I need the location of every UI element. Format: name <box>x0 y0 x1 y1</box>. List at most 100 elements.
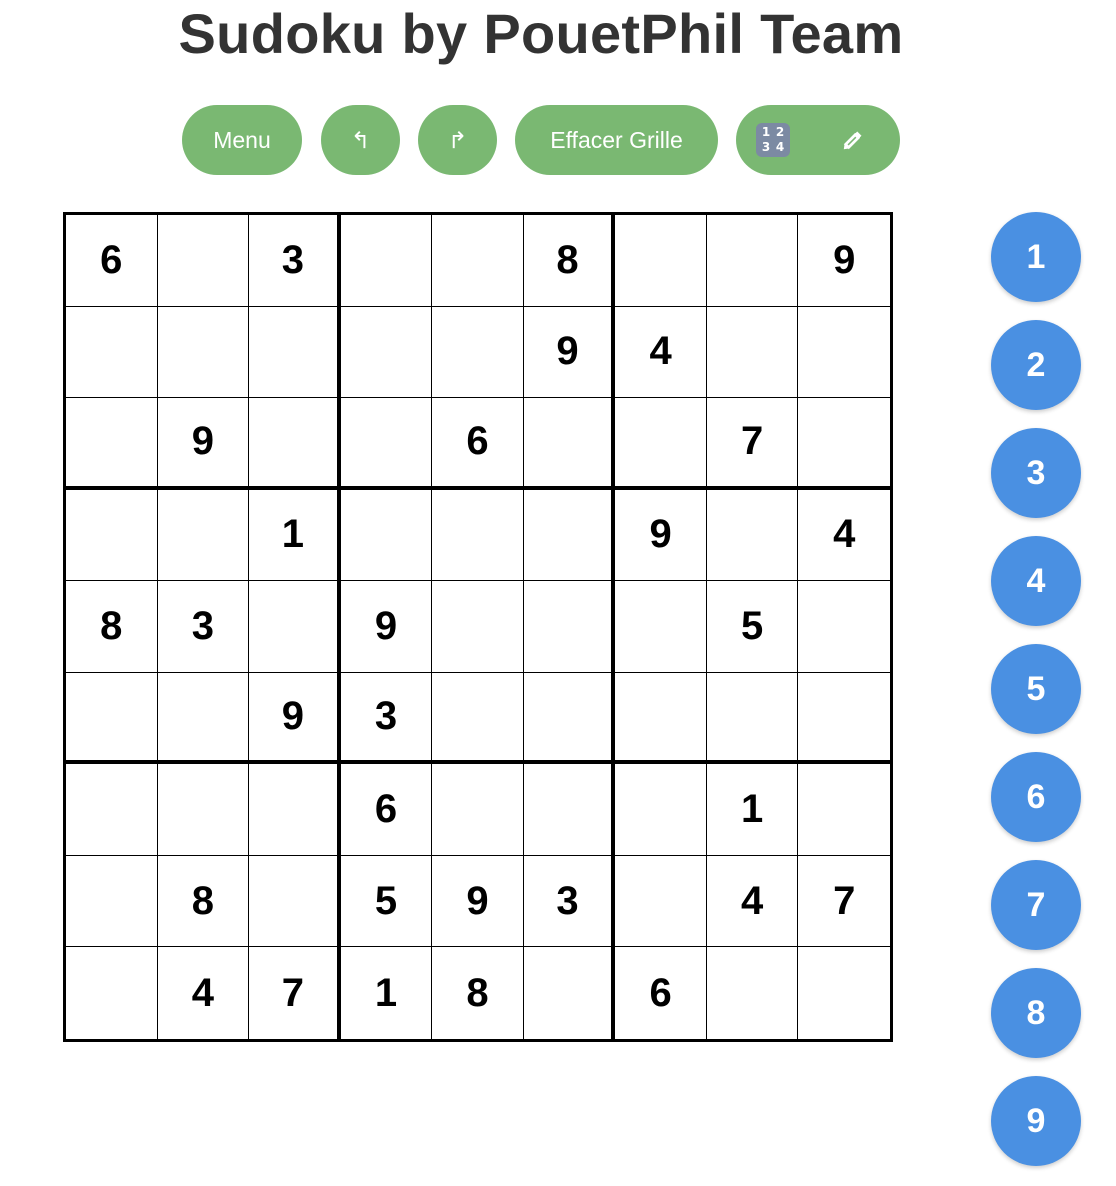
sudoku-cell-r4c2[interactable] <box>157 489 250 582</box>
sudoku-cell-r1c2[interactable] <box>157 215 250 307</box>
sudoku-cell-r2c8[interactable] <box>706 306 799 399</box>
sudoku-cell-r1c5[interactable] <box>432 215 524 307</box>
sudoku-cell-r6c1[interactable] <box>66 672 158 765</box>
sudoku-cell-r5c5[interactable] <box>432 581 524 673</box>
number-button-7[interactable]: 7 <box>991 860 1081 950</box>
number-button-9[interactable]: 9 <box>991 1076 1081 1166</box>
sudoku-cell-r4c6[interactable] <box>523 489 616 582</box>
sudoku-cell-r2c1[interactable] <box>66 306 158 399</box>
sudoku-cell-r9c9[interactable] <box>798 947 890 1039</box>
sudoku-cell-r4c3[interactable]: 1 <box>249 489 341 582</box>
sudoku-cell-r7c7[interactable] <box>615 764 707 856</box>
sudoku-cell-r8c4[interactable]: 5 <box>340 855 433 948</box>
number-button-3[interactable]: 3 <box>991 428 1081 518</box>
sudoku-cell-r7c6[interactable] <box>523 764 616 856</box>
sudoku-cell-r4c1[interactable] <box>66 489 158 582</box>
sudoku-cell-r1c4[interactable] <box>340 215 433 307</box>
input-mode-toggle[interactable]: 1 2 3 4 <box>736 105 900 175</box>
sudoku-cell-r9c1[interactable] <box>66 947 158 1039</box>
sudoku-cell-r5c3[interactable] <box>249 581 341 673</box>
sudoku-cell-r5c1[interactable]: 8 <box>66 581 158 673</box>
sudoku-cell-r8c5[interactable]: 9 <box>432 855 524 948</box>
sudoku-cell-r3c7[interactable] <box>615 398 707 490</box>
numpad-icon-digit: 4 <box>775 140 785 154</box>
sudoku-cell-r3c9[interactable] <box>798 398 890 490</box>
sudoku-cell-r8c8[interactable]: 4 <box>706 855 799 948</box>
sudoku-cell-r7c4[interactable]: 6 <box>340 764 433 856</box>
toolbar: Menu ↰ ↱ Effacer Grille 1 2 3 4 <box>0 105 1116 175</box>
sudoku-cell-r7c8[interactable]: 1 <box>706 764 799 856</box>
number-button-5[interactable]: 5 <box>991 644 1081 734</box>
sudoku-cell-r1c3[interactable]: 3 <box>249 215 341 307</box>
sudoku-cell-r7c9[interactable] <box>798 764 890 856</box>
sudoku-cell-r3c2[interactable]: 9 <box>157 398 250 490</box>
sudoku-cell-r3c3[interactable] <box>249 398 341 490</box>
sudoku-cell-r2c4[interactable] <box>340 306 433 399</box>
sudoku-cell-r6c2[interactable] <box>157 672 250 765</box>
number-button-1[interactable]: 1 <box>991 212 1081 302</box>
clear-grid-button[interactable]: Effacer Grille <box>515 105 718 175</box>
sudoku-cell-r7c1[interactable] <box>66 764 158 856</box>
pencil-icon <box>840 127 866 153</box>
sudoku-cell-r3c4[interactable] <box>340 398 433 490</box>
sudoku-cell-r6c6[interactable] <box>523 672 616 765</box>
sudoku-cell-r3c6[interactable] <box>523 398 616 490</box>
sudoku-cell-r4c7[interactable]: 9 <box>615 489 707 582</box>
sudoku-cell-r6c9[interactable] <box>798 673 890 765</box>
sudoku-cell-r2c2[interactable] <box>157 306 250 399</box>
sudoku-cell-r4c8[interactable] <box>706 489 799 582</box>
sudoku-cell-r8c9[interactable]: 7 <box>798 856 890 948</box>
sudoku-cell-r3c5[interactable]: 6 <box>432 398 524 490</box>
number-button-6[interactable]: 6 <box>991 752 1081 842</box>
sudoku-cell-r2c7[interactable]: 4 <box>615 306 707 399</box>
sudoku-cell-r8c7[interactable] <box>615 855 707 948</box>
sudoku-cell-r5c8[interactable]: 5 <box>706 581 799 673</box>
sudoku-cell-r8c2[interactable]: 8 <box>157 855 250 948</box>
sudoku-cell-r9c7[interactable]: 6 <box>615 947 707 1039</box>
sudoku-cell-r6c8[interactable] <box>706 672 799 765</box>
sudoku-cell-r7c2[interactable] <box>157 764 250 856</box>
numpad-icon: 1 2 3 4 <box>756 123 790 157</box>
sudoku-cell-r4c4[interactable] <box>340 489 433 582</box>
sudoku-cell-r9c6[interactable] <box>524 947 616 1039</box>
sudoku-cell-r3c1[interactable] <box>66 398 158 490</box>
sudoku-cell-r5c6[interactable] <box>523 581 616 673</box>
sudoku-cell-r5c7[interactable] <box>615 581 707 673</box>
sudoku-cell-r7c3[interactable] <box>249 764 341 856</box>
sudoku-cell-r6c5[interactable] <box>432 672 524 765</box>
redo-button[interactable]: ↱ <box>418 105 497 175</box>
sudoku-cell-r6c4[interactable]: 3 <box>340 672 433 765</box>
number-button-4[interactable]: 4 <box>991 536 1081 626</box>
sudoku-cell-r9c4[interactable]: 1 <box>341 947 433 1039</box>
sudoku-cell-r9c8[interactable] <box>707 947 799 1039</box>
sudoku-cell-r6c3[interactable]: 9 <box>249 672 341 765</box>
sudoku-cell-r2c3[interactable] <box>249 306 341 399</box>
sudoku-cell-r2c9[interactable] <box>798 307 890 399</box>
numpad-icon-digit: 3 <box>761 140 771 154</box>
number-button-8[interactable]: 8 <box>991 968 1081 1058</box>
sudoku-cell-r1c6[interactable]: 8 <box>523 215 616 307</box>
sudoku-cell-r7c5[interactable] <box>432 764 524 856</box>
sudoku-cell-r1c7[interactable] <box>615 215 707 307</box>
sudoku-cell-r2c6[interactable]: 9 <box>523 306 616 399</box>
sudoku-cell-r1c9[interactable]: 9 <box>798 215 890 307</box>
sudoku-cell-r2c5[interactable] <box>432 306 524 399</box>
sudoku-cell-r8c3[interactable] <box>249 855 341 948</box>
number-button-2[interactable]: 2 <box>991 320 1081 410</box>
sudoku-cell-r9c3[interactable]: 7 <box>249 947 341 1039</box>
sudoku-cell-r9c2[interactable]: 4 <box>158 947 250 1039</box>
sudoku-cell-r9c5[interactable]: 8 <box>432 947 524 1039</box>
sudoku-cell-r8c6[interactable]: 3 <box>523 855 616 948</box>
undo-button[interactable]: ↰ <box>321 105 400 175</box>
sudoku-cell-r1c8[interactable] <box>706 215 799 307</box>
sudoku-cell-r6c7[interactable] <box>615 672 707 765</box>
sudoku-cell-r5c2[interactable]: 3 <box>157 581 250 673</box>
sudoku-cell-r5c9[interactable] <box>798 581 890 673</box>
sudoku-cell-r4c5[interactable] <box>432 489 524 582</box>
sudoku-cell-r5c4[interactable]: 9 <box>340 581 433 673</box>
sudoku-cell-r3c8[interactable]: 7 <box>706 398 799 490</box>
sudoku-cell-r1c1[interactable]: 6 <box>66 215 158 307</box>
sudoku-cell-r8c1[interactable] <box>66 855 158 948</box>
menu-button[interactable]: Menu <box>182 105 302 175</box>
sudoku-cell-r4c9[interactable]: 4 <box>798 490 890 582</box>
